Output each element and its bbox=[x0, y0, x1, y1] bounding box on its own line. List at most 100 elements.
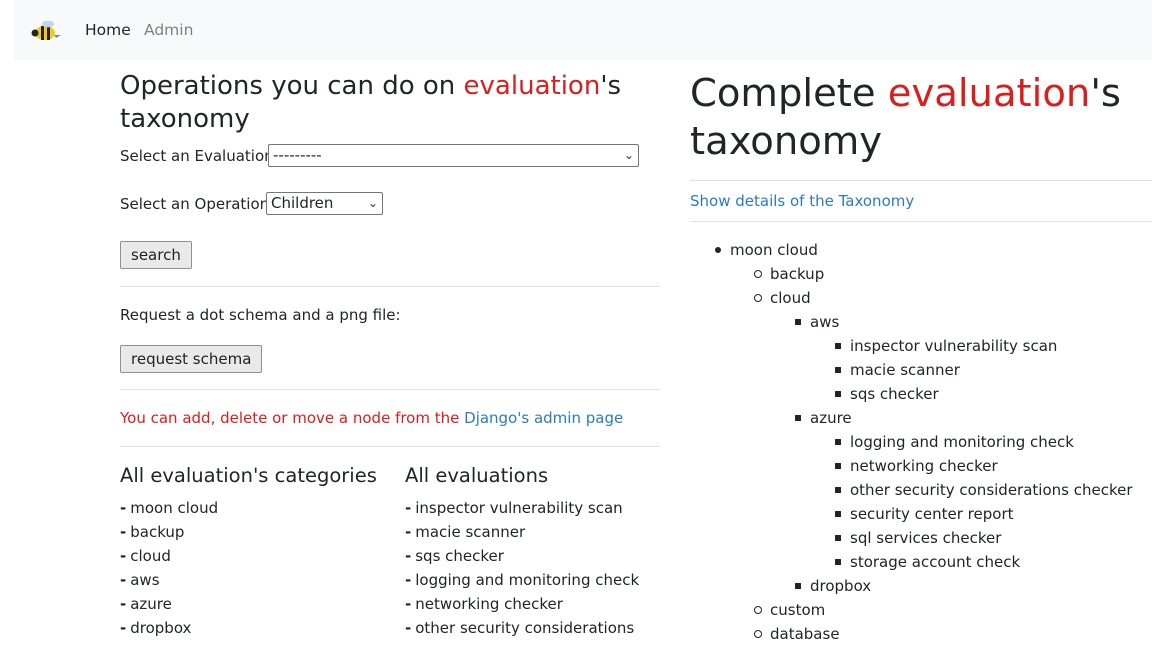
bee-logo-icon[interactable] bbox=[30, 17, 62, 45]
dash-bullet: - bbox=[120, 523, 127, 541]
categories-title: All evaluation's categories bbox=[120, 464, 377, 487]
tree-node: inspector vulnerability scan bbox=[690, 334, 1133, 358]
square-bullet-icon bbox=[835, 439, 841, 445]
divider bbox=[120, 389, 660, 390]
square-bullet-icon bbox=[835, 511, 841, 517]
show-details-link[interactable]: Show details of the Taxonomy bbox=[690, 192, 914, 210]
nav-home-link[interactable]: Home bbox=[85, 21, 131, 39]
select-evaluation-label: Select an Evaluation: bbox=[120, 147, 279, 165]
tree-node: moon cloud bbox=[690, 238, 1133, 262]
list-item-label: backup bbox=[130, 523, 185, 541]
list-item: - cloud bbox=[120, 544, 218, 568]
list-item: - inspector vulnerability scan bbox=[405, 496, 639, 520]
list-item-label: azure bbox=[130, 595, 172, 613]
tree-node: other security considerations checker bbox=[690, 478, 1133, 502]
list-item-label: other security considerations bbox=[415, 619, 635, 637]
nav-admin-link[interactable]: Admin bbox=[144, 21, 193, 39]
taxonomy-panel: Complete evaluation's taxonomy Show deta… bbox=[690, 70, 1152, 643]
chevron-down-icon: ⌄ bbox=[623, 148, 634, 162]
square-bullet-icon bbox=[835, 391, 841, 397]
operations-title-pre: Operations you can do on bbox=[120, 71, 464, 101]
list-item-label: dropbox bbox=[130, 619, 192, 637]
tree-node: cloud bbox=[690, 286, 1133, 310]
taxonomy-title-highlight: evaluation bbox=[887, 71, 1091, 116]
tree-node-label: cloud bbox=[770, 289, 811, 307]
square-bullet-icon bbox=[835, 535, 841, 541]
operations-title: Operations you can do on evaluation's ta… bbox=[120, 70, 640, 136]
dash-bullet: - bbox=[120, 571, 127, 589]
tree-node-label: sql services checker bbox=[850, 529, 1002, 547]
list-item-label: inspector vulnerability scan bbox=[415, 499, 623, 517]
admin-note: You can add, delete or move a node from … bbox=[120, 409, 623, 427]
tree-node-label: other security considerations checker bbox=[850, 481, 1133, 499]
operations-panel: Operations you can do on evaluation's ta… bbox=[120, 70, 660, 637]
list-item-label: moon cloud bbox=[130, 499, 219, 517]
square-bullet-icon bbox=[795, 583, 801, 589]
divider bbox=[690, 180, 1152, 181]
list-item-label: cloud bbox=[130, 547, 171, 565]
list-item: - backup bbox=[120, 520, 218, 544]
divider bbox=[690, 221, 1152, 222]
admin-note-text: You can add, delete or move a node from … bbox=[120, 409, 465, 427]
request-schema-button[interactable]: request schema bbox=[120, 345, 263, 373]
tree-node: backup bbox=[690, 262, 1133, 286]
taxonomy-tree: moon cloud backup cloud aws inspector vu… bbox=[690, 238, 1133, 646]
search-button[interactable]: search bbox=[120, 241, 192, 269]
divider bbox=[120, 446, 660, 447]
select-operation-dropdown[interactable]: Children ⌄ bbox=[266, 192, 383, 215]
circle-bullet-icon bbox=[754, 294, 762, 302]
list-item: - dropbox bbox=[120, 616, 218, 640]
dash-bullet: - bbox=[120, 595, 127, 613]
circle-bullet-icon bbox=[754, 270, 762, 278]
navbar: Home Admin bbox=[14, 0, 1152, 60]
dash-bullet: - bbox=[120, 619, 127, 637]
tree-node-label: macie scanner bbox=[850, 361, 960, 379]
tree-node-label: custom bbox=[770, 601, 826, 619]
list-item: - logging and monitoring check bbox=[405, 568, 639, 592]
django-admin-link[interactable]: Django's admin page bbox=[464, 409, 623, 427]
square-bullet-icon bbox=[795, 415, 801, 421]
tree-node-label: dropbox bbox=[810, 577, 872, 595]
tree-node: logging and monitoring check bbox=[690, 430, 1133, 454]
square-bullet-icon bbox=[835, 487, 841, 493]
operations-title-highlight: evaluation bbox=[463, 71, 601, 101]
taxonomy-title-pre: Complete bbox=[690, 71, 888, 116]
schema-text: Request a dot schema and a png file: bbox=[120, 306, 401, 324]
evaluations-list: - inspector vulnerability scan - macie scan… bbox=[405, 496, 639, 640]
tree-node-label: security center report bbox=[850, 505, 1014, 523]
list-item-label: networking checker bbox=[415, 595, 563, 613]
list-item: - azure bbox=[120, 592, 218, 616]
tree-node: networking checker bbox=[690, 454, 1133, 478]
list-item-label: aws bbox=[130, 571, 160, 589]
list-item: - aws bbox=[120, 568, 218, 592]
tree-node-label: backup bbox=[770, 265, 825, 283]
dash-bullet: - bbox=[405, 499, 412, 517]
select-operation-value: Children bbox=[271, 194, 334, 212]
disc-bullet-icon bbox=[715, 247, 721, 253]
square-bullet-icon bbox=[835, 367, 841, 373]
tree-node: aws bbox=[690, 310, 1133, 334]
dash-bullet: - bbox=[405, 619, 412, 637]
square-bullet-icon bbox=[835, 463, 841, 469]
select-evaluation-value: --------- bbox=[273, 146, 322, 164]
tree-node: custom bbox=[690, 598, 1133, 622]
tree-node: sqs checker bbox=[690, 382, 1133, 406]
square-bullet-icon bbox=[795, 319, 801, 325]
dash-bullet: - bbox=[405, 595, 412, 613]
tree-node: macie scanner bbox=[690, 358, 1133, 382]
dash-bullet: - bbox=[120, 547, 127, 565]
square-bullet-icon bbox=[835, 559, 841, 565]
dash-bullet: - bbox=[405, 571, 412, 589]
tree-node-label: networking checker bbox=[850, 457, 998, 475]
select-evaluation-dropdown[interactable]: --------- ⌄ bbox=[268, 144, 639, 167]
tree-node: storage account check bbox=[690, 550, 1133, 574]
square-bullet-icon bbox=[835, 343, 841, 349]
dash-bullet: - bbox=[405, 547, 412, 565]
chevron-down-icon: ⌄ bbox=[367, 196, 378, 210]
list-item-label: logging and monitoring check bbox=[415, 571, 640, 589]
list-item: - macie scanner bbox=[405, 520, 639, 544]
dash-bullet: - bbox=[405, 523, 412, 541]
tree-node-label: sqs checker bbox=[850, 385, 939, 403]
tree-node-label: database bbox=[770, 625, 840, 643]
list-item: - other security considerations bbox=[405, 616, 639, 640]
